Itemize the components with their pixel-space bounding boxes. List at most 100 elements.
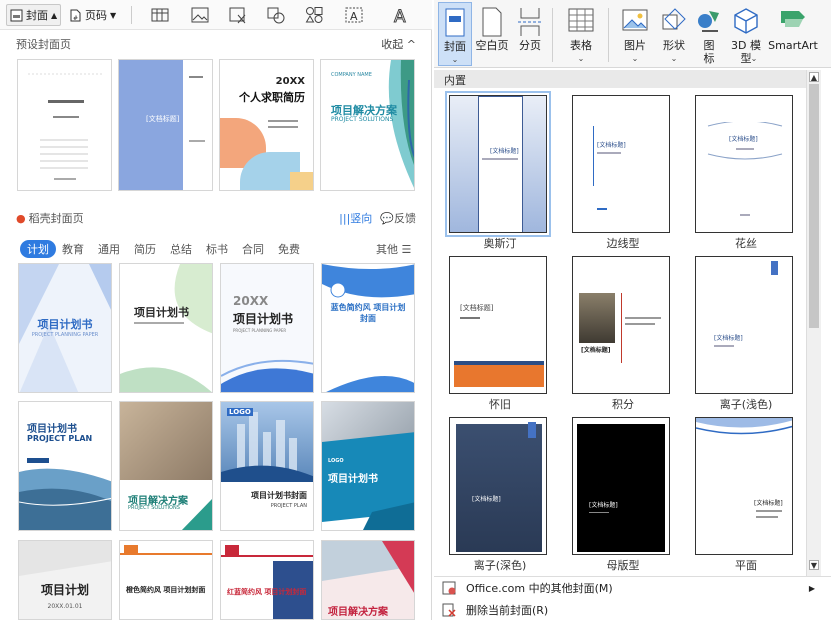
cover-dropdown-button[interactable]: 封面 ▲ xyxy=(6,4,62,26)
cover-sideline[interactable]: [文档标题] xyxy=(572,95,670,233)
more-covers-menu-item[interactable]: Office.com 中的其他封面(M) ▶ xyxy=(434,577,831,599)
template-card[interactable]: 项目计划 20XX.01.01 xyxy=(18,540,112,620)
tab-general[interactable]: 通用 xyxy=(98,240,120,258)
cover-filigree[interactable]: [文档标题] xyxy=(695,95,793,233)
chevron-up-icon: ▲ xyxy=(51,10,58,20)
shapes-icon[interactable] xyxy=(266,5,286,25)
cover-integral[interactable]: [文档标题] xyxy=(572,256,670,394)
preset-card-plain[interactable] xyxy=(17,59,112,191)
cover-flat[interactable]: [文档标题] xyxy=(695,417,793,555)
template-card[interactable]: LOGO 项目计划书封面 PROJECT PLAN xyxy=(220,401,314,531)
3d-models-button[interactable]: 3D 模型 ⌄ xyxy=(728,2,764,66)
tab-free[interactable]: 免费 xyxy=(278,240,300,258)
docer-logo-icon: ● xyxy=(16,211,26,225)
chevron-down-icon: ⌄ xyxy=(577,54,585,63)
cover-ion-dark-label: 离子(深色) xyxy=(473,559,527,572)
cover-ion-light[interactable]: [文档标题] xyxy=(695,256,793,394)
cover-austin[interactable]: [文档标题] xyxy=(445,91,551,237)
remove-cover-label: 删除当前封面(R) xyxy=(466,604,549,617)
cover-placeholder: [文档标题] xyxy=(754,500,783,507)
tab-summary[interactable]: 总结 xyxy=(170,240,192,258)
picture-icon xyxy=(622,7,648,33)
template-title: 项目计划书 xyxy=(37,318,93,331)
collapse-button[interactable]: 收起 ^ xyxy=(381,36,416,52)
chevron-down-icon: ⌄ xyxy=(451,55,459,64)
cover-retrospect[interactable]: [文档标题] xyxy=(449,256,547,394)
remove-cover-menu-item[interactable]: 删除当前封面(R) xyxy=(434,599,831,621)
cover-ion-dark[interactable]: [文档标题] xyxy=(449,417,547,555)
page-number-button[interactable]: # 页码 ▼ xyxy=(66,4,119,26)
template-card[interactable]: 项目计划书 PROJECT PLAN xyxy=(18,401,112,531)
cube-icon xyxy=(733,7,759,35)
scroll-thumb[interactable] xyxy=(809,84,819,328)
picture-button[interactable]: 图片 ⌄ xyxy=(616,2,654,66)
smartart-icon xyxy=(779,7,807,33)
icons-icon[interactable] xyxy=(304,5,324,25)
template-title: 项目解决方案 xyxy=(328,607,388,618)
page-break-button[interactable]: 分页 xyxy=(514,2,546,66)
preset-card-blue[interactable]: [文档标题] xyxy=(118,59,213,191)
template-card[interactable]: 20XX 项目计划书 PROJECT PLANNING PAPER xyxy=(220,263,314,393)
cover-page-button[interactable]: 封面 ⌄ xyxy=(438,2,472,66)
wordart-icon[interactable]: A xyxy=(392,5,412,26)
scroll-down-arrow-icon[interactable]: ▼ xyxy=(809,560,819,570)
preset-card-resume[interactable]: 20XX 个人求职简历 xyxy=(219,59,314,191)
tab-resume[interactable]: 简历 xyxy=(134,240,156,258)
chevron-down-icon: ⌄ xyxy=(631,54,639,63)
template-card[interactable]: 项目解决方案 PROJECT SOLUTIONS xyxy=(119,401,213,531)
template-card[interactable]: LOGO 项目计划书 xyxy=(321,401,415,531)
remove-cover-icon xyxy=(442,603,456,617)
template-subtitle: 20XX.01.01 xyxy=(47,603,83,610)
blank-page-label: 空白页 xyxy=(475,39,509,52)
docer-cover-title: 稻壳封面页 xyxy=(28,212,84,225)
cover-placeholder: [文档标题] xyxy=(460,304,494,312)
template-title: 项目计划 xyxy=(40,583,89,597)
tab-bid[interactable]: 标书 xyxy=(206,240,228,258)
table-button[interactable]: 表格 ⌄ xyxy=(562,2,600,66)
template-subtitle: PROJECT PLANNING PAPER xyxy=(31,332,99,338)
textbox-icon[interactable]: A xyxy=(344,5,364,25)
table-icon[interactable] xyxy=(150,5,170,25)
solutions-wave xyxy=(388,60,414,188)
other-tabs-button[interactable]: 其他 ☰ xyxy=(376,240,411,258)
shapes-button[interactable]: 形状 ⌄ xyxy=(656,2,692,66)
vertical-label: 竖向 xyxy=(350,212,373,225)
feedback-label: 反馈 xyxy=(394,212,416,225)
template-title: 蓝色简约风 项目计划封面 xyxy=(330,303,406,323)
tab-education[interactable]: 教育 xyxy=(62,240,84,258)
template-card[interactable]: 项目解决方案 xyxy=(321,540,415,620)
tab-contract[interactable]: 合同 xyxy=(242,240,264,258)
cover-retrospect-label: 怀旧 xyxy=(489,398,511,411)
preset-card-solutions[interactable]: COMPANY NAME 项目解决方案 PROJECT SOLUTIONS xyxy=(320,59,415,191)
feedback-button[interactable]: 💬反馈 xyxy=(380,210,416,226)
template-card[interactable]: 蓝色简约风 项目计划封面 xyxy=(321,263,415,393)
logo-badge: LOGO xyxy=(227,408,253,416)
page-break-label: 分页 xyxy=(519,39,541,52)
cover-sideline-label: 边线型 xyxy=(606,237,640,250)
smartart-button[interactable]: SmartArt xyxy=(768,2,818,66)
scroll-up-arrow-icon[interactable]: ▲ xyxy=(809,72,819,82)
icons-button[interactable]: 图标 xyxy=(696,2,722,66)
icons-icon xyxy=(696,7,722,33)
preset-cover-header: 预设封面页 收起 ^ xyxy=(0,32,432,56)
blank-page-button[interactable]: 空白页 xyxy=(474,2,510,66)
page-break-icon xyxy=(517,7,543,37)
template-card[interactable]: 橙色简约风 项目计划封面 xyxy=(119,540,213,620)
screenshot-icon[interactable] xyxy=(228,5,248,25)
template-card[interactable]: 项目计划书 PROJECT PLANNING PAPER xyxy=(18,263,112,393)
resume-title: 个人求职简历 xyxy=(239,91,305,104)
picture-icon[interactable] xyxy=(190,5,210,25)
cover-ion-light-label: 离子(浅色) xyxy=(719,398,773,411)
cover-motion[interactable]: [文档标题] xyxy=(572,417,670,555)
tab-plan[interactable]: 计划 xyxy=(20,240,56,258)
preset-blue-title: [文档标题] xyxy=(146,115,180,123)
template-title: 红蓝简约风 项目计划封面 xyxy=(227,588,307,596)
chevron-down-icon: ⌄ xyxy=(750,54,758,63)
preset-cover-title: 预设封面页 xyxy=(16,38,71,51)
shapes-label: 形状 xyxy=(663,39,685,52)
other-label: 其他 xyxy=(376,243,398,256)
template-card[interactable]: 红蓝简约风 项目计划封面 xyxy=(220,540,314,620)
gallery-scrollbar[interactable]: ▲ ▼ xyxy=(806,70,821,576)
template-card[interactable]: 项目计划书 xyxy=(119,263,213,393)
vertical-orientation-button[interactable]: |||竖向 xyxy=(339,210,372,226)
